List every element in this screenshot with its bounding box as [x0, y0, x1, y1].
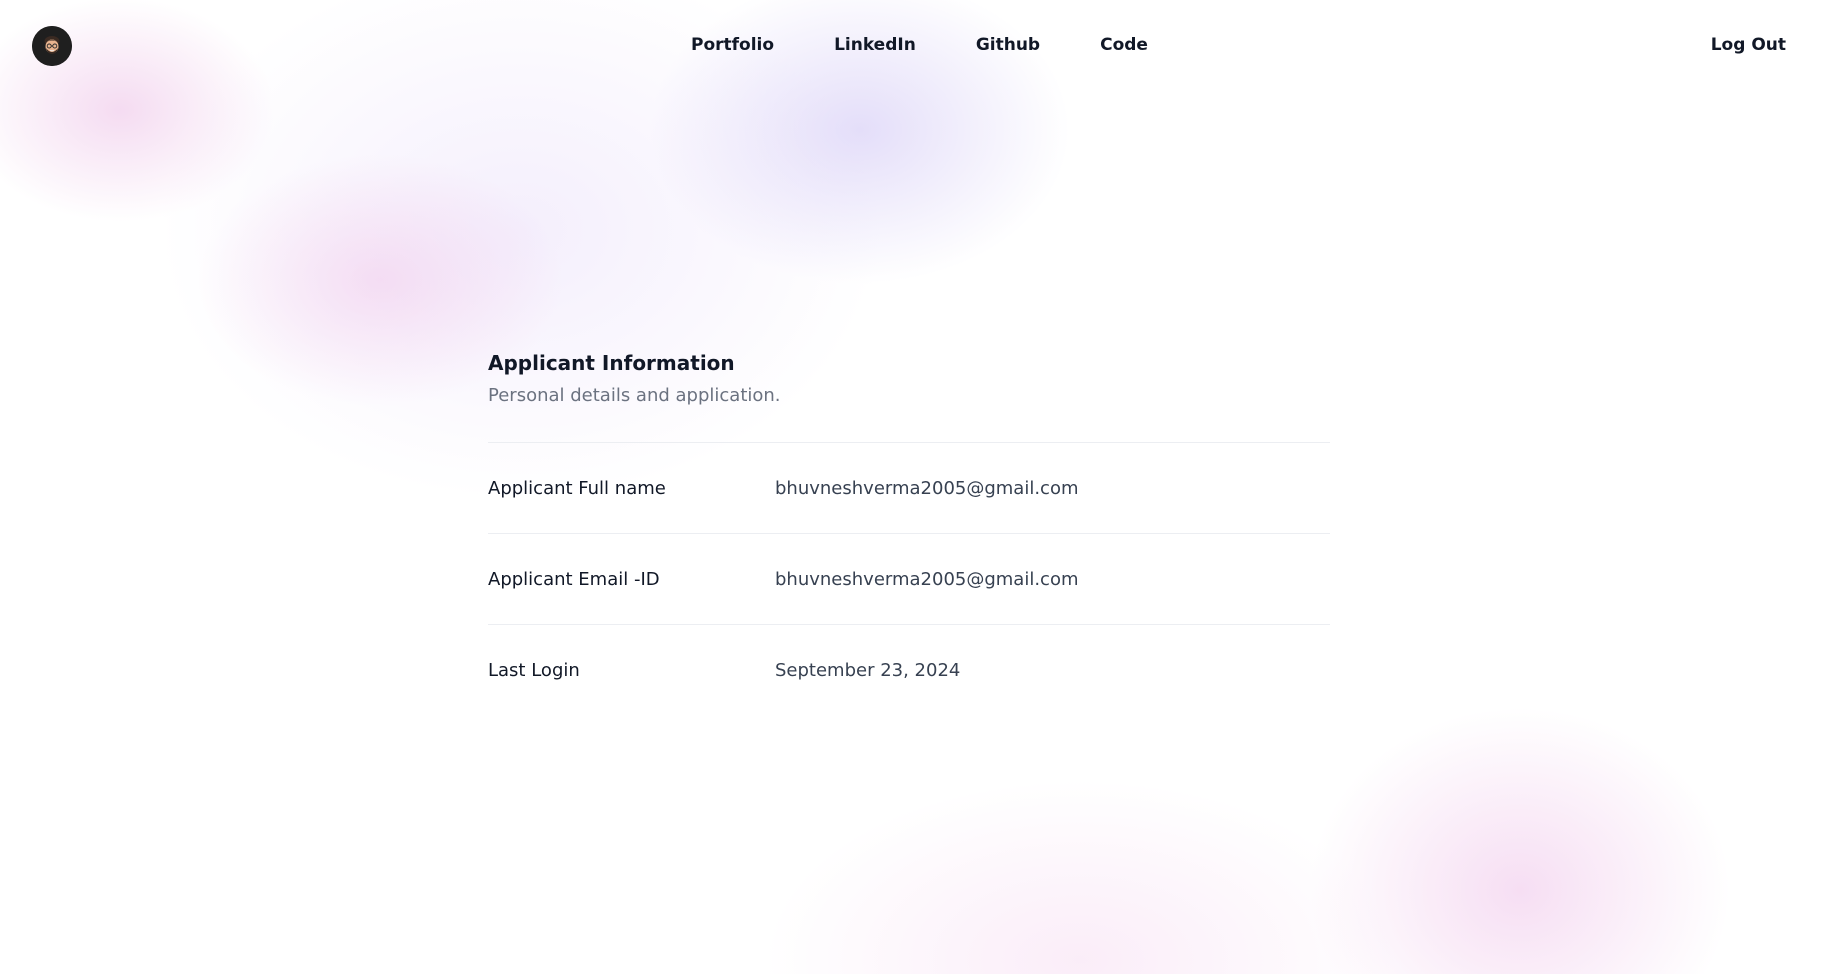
main-nav: Portfolio LinkedIn Github Code — [691, 34, 1148, 56]
nav-link-linkedin[interactable]: LinkedIn — [834, 34, 916, 56]
section-subtitle: Personal details and application. — [488, 385, 781, 406]
nav-link-github[interactable]: Github — [976, 34, 1040, 56]
detail-label: Last Login — [488, 659, 580, 681]
avatar[interactable] — [32, 26, 72, 66]
detail-row-full-name: Applicant Full name bhuvneshverma2005@gm… — [488, 443, 1330, 534]
detail-value: bhuvneshverma2005@gmail.com — [775, 477, 1079, 499]
details-list: Applicant Full name bhuvneshverma2005@gm… — [488, 442, 1330, 715]
top-navbar: Portfolio LinkedIn Github Code Log Out — [0, 0, 1822, 92]
detail-value: September 23, 2024 — [775, 659, 961, 681]
memoji-avatar-icon — [32, 26, 72, 66]
applicant-information-section: Applicant Information Personal details a… — [488, 344, 1330, 715]
logout-button[interactable]: Log Out — [1711, 34, 1786, 56]
detail-value: bhuvneshverma2005@gmail.com — [775, 568, 1079, 590]
section-title: Applicant Information — [488, 351, 735, 375]
nav-link-portfolio[interactable]: Portfolio — [691, 34, 774, 56]
nav-link-code[interactable]: Code — [1100, 34, 1148, 56]
detail-row-email: Applicant Email -ID bhuvneshverma2005@gm… — [488, 534, 1330, 625]
detail-row-last-login: Last Login September 23, 2024 — [488, 625, 1330, 715]
page: Portfolio LinkedIn Github Code Log Out A… — [0, 0, 1822, 974]
detail-label: Applicant Full name — [488, 477, 666, 499]
detail-label: Applicant Email -ID — [488, 568, 660, 590]
